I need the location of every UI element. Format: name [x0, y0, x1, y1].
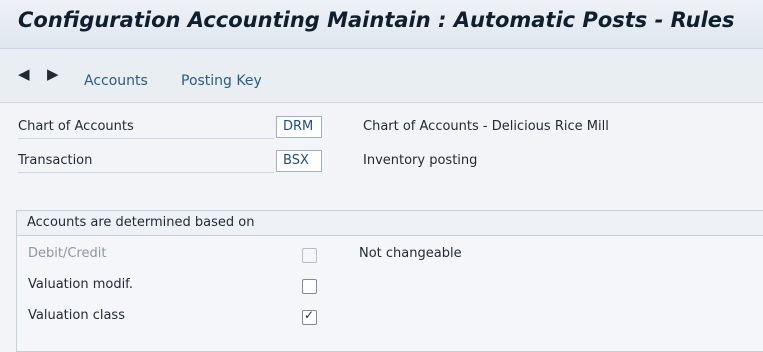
determination-group: Accounts are determined based on Debit/C…	[16, 210, 763, 352]
debit-credit-checkbox	[302, 248, 317, 263]
valuation-class-label: Valuation class	[28, 308, 125, 323]
debit-credit-label: Debit/Credit	[28, 246, 107, 261]
forward-icon[interactable]: ▶	[47, 65, 59, 83]
valuation-modif-label: Valuation modif.	[28, 277, 133, 292]
transaction-row: Transaction BSX Inventory posting	[0, 150, 763, 174]
checkmark-icon: ✓	[304, 308, 315, 322]
transaction-description: Inventory posting	[363, 153, 478, 168]
title-bar: Configuration Accounting Maintain : Auto…	[0, 0, 763, 49]
group-title: Accounts are determined based on	[17, 211, 763, 236]
chart-of-accounts-description: Chart of Accounts - Delicious Rice Mill	[363, 119, 609, 134]
back-icon[interactable]: ◀	[18, 65, 30, 83]
chart-of-accounts-label: Chart of Accounts	[18, 116, 274, 139]
not-changeable-note: Not changeable	[359, 246, 462, 261]
valuation-modif-checkbox[interactable]	[302, 279, 317, 294]
transaction-field[interactable]: BSX	[276, 150, 322, 172]
window-title: Configuration Accounting Maintain : Auto…	[18, 8, 735, 32]
posting-key-button[interactable]: Posting Key	[181, 73, 262, 89]
chart-of-accounts-field[interactable]: DRM	[276, 116, 322, 138]
valuation-class-checkbox[interactable]: ✓	[302, 308, 317, 325]
accounts-button[interactable]: Accounts	[84, 73, 148, 89]
chart-of-accounts-row: Chart of Accounts DRM Chart of Accounts …	[0, 116, 763, 140]
transaction-label: Transaction	[18, 150, 274, 173]
toolbar: ◀ ▶ Accounts Posting Key	[0, 49, 763, 103]
